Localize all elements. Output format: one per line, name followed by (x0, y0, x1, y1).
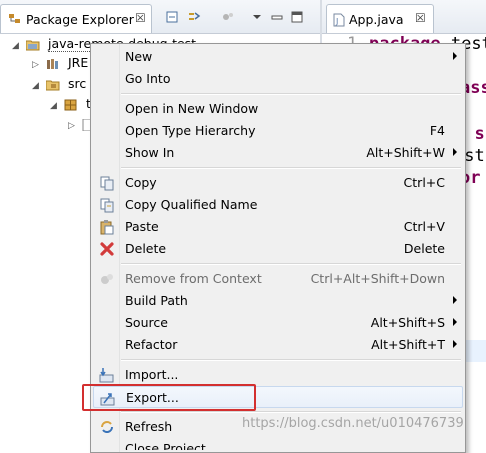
menu-item-label: Go Into (125, 71, 171, 86)
menu-item-label: Source (125, 315, 168, 330)
paste-icon (100, 220, 114, 235)
submenu-arrow-icon (453, 318, 457, 326)
menu-item-label: Copy (125, 175, 157, 190)
close-icon[interactable]: ☒ (135, 11, 146, 25)
menu-item-import[interactable]: Import... (93, 364, 463, 386)
expanded-arrow-icon[interactable]: ◢ (50, 96, 60, 116)
svg-text:J: J (335, 17, 338, 26)
watermark: https://blog.csdn.net/u010476739 (242, 416, 464, 431)
menu-item-label: Delete (125, 241, 167, 256)
import-icon (99, 368, 114, 383)
tree-item-src[interactable]: ◢ src (32, 74, 86, 94)
source-folder-icon (45, 80, 60, 90)
menu-item-label: Refactor (125, 337, 178, 352)
close-icon[interactable]: ☒ (415, 11, 426, 25)
menu-item-label: Build Path (125, 293, 188, 308)
menu-item-shortcut: Alt+Shift+W (366, 145, 445, 160)
menu-item-open-type-hierarchy[interactable]: Open Type Hierarchy F4 (93, 120, 463, 142)
menu-item-label: Open in New Window (125, 101, 259, 116)
export-highlight-box (82, 384, 256, 411)
expanded-arrow-icon[interactable]: ◢ (12, 36, 22, 56)
submenu-arrow-icon (453, 296, 457, 304)
menu-item-shortcut: Ctrl+Alt+Shift+Down (310, 271, 445, 286)
menu-separator (121, 411, 461, 413)
copy-qualified-name-icon (100, 198, 114, 213)
editor-tab-label: App.java (349, 12, 404, 27)
menu-item-shortcut: Alt+Shift+S (370, 315, 445, 330)
menu-item-source[interactable]: Source Alt+Shift+S (93, 312, 463, 334)
editor-tab-app-java[interactable]: J App.java ☒ (326, 4, 434, 33)
menu-item-shortcut: Alt+Shift+T (371, 337, 445, 352)
menu-item-label: Refresh (125, 419, 173, 434)
menu-item-shortcut: Ctrl+V (403, 219, 445, 234)
menu-item-close-project[interactable]: Close Project (93, 438, 463, 450)
focus-icon[interactable] (221, 10, 235, 24)
expanded-arrow-icon[interactable]: ◢ (32, 76, 42, 96)
project-folder-icon (25, 40, 40, 50)
package-icon (64, 99, 77, 110)
menu-separator (121, 167, 461, 169)
collapse-all-icon[interactable] (166, 10, 180, 24)
menu-item-shortcut: Ctrl+C (403, 175, 445, 190)
menu-item-label: Copy Qualified Name (125, 197, 258, 212)
tree-item-package[interactable]: ◢ t (50, 94, 91, 114)
package-explorer-tab[interactable]: Package Explorer ☒ (0, 4, 152, 33)
submenu-arrow-icon (453, 148, 457, 156)
remove-context-icon (101, 274, 113, 284)
submenu-arrow-icon (453, 52, 457, 60)
menu-separator (121, 359, 461, 361)
menu-item-copy-qualified-name[interactable]: Copy Qualified Name (93, 194, 463, 216)
refresh-icon (101, 421, 113, 433)
menu-item-copy[interactable]: Copy Ctrl+C (93, 172, 463, 194)
menu-item-label: New (125, 49, 153, 64)
menu-separator (121, 263, 461, 265)
menu-item-delete[interactable]: Delete Delete (93, 238, 463, 260)
menu-item-open-new-window[interactable]: Open in New Window (93, 98, 463, 120)
java-file-icon: J (333, 13, 345, 27)
maximize-icon[interactable] (290, 10, 304, 24)
tree-item-jre[interactable]: ▷ JRE (32, 53, 88, 73)
menu-item-label: Remove from Context (125, 271, 262, 286)
menu-item-shortcut: Delete (403, 241, 445, 256)
menu-item-new[interactable]: New (93, 46, 463, 68)
menu-item-label: Import... (125, 367, 179, 382)
tree-item-label: JRE (67, 55, 89, 70)
menu-item-label: Open Type Hierarchy (125, 123, 256, 138)
package-explorer-icon (9, 14, 20, 23)
delete-icon (100, 242, 114, 256)
menu-separator (121, 93, 461, 95)
menu-item-show-in[interactable]: Show In Alt+Shift+W (93, 142, 463, 164)
copy-icon (100, 176, 114, 191)
menu-item-paste[interactable]: Paste Ctrl+V (93, 216, 463, 238)
library-icon (46, 58, 58, 69)
menu-item-label: Paste (125, 219, 159, 234)
package-explorer-tab-label: Package Explorer (26, 12, 134, 27)
menu-item-go-into[interactable]: Go Into (93, 68, 463, 90)
collapsed-arrow-icon[interactable]: ▷ (32, 55, 42, 75)
minimize-icon[interactable] (270, 10, 284, 24)
view-menu-icon[interactable] (250, 10, 264, 24)
tree-item-label: src (67, 76, 87, 91)
menu-item-remove-from-context[interactable]: Remove from Context Ctrl+Alt+Shift+Down (93, 268, 463, 290)
submenu-arrow-icon (453, 340, 457, 348)
menu-item-shortcut: F4 (429, 123, 445, 138)
collapsed-arrow-icon[interactable]: ▷ (68, 116, 78, 136)
menu-item-label: Show In (125, 145, 175, 160)
menu-item-build-path[interactable]: Build Path (93, 290, 463, 312)
menu-item-refactor[interactable]: Refactor Alt+Shift+T (93, 334, 463, 356)
link-with-editor-icon[interactable] (187, 10, 201, 24)
